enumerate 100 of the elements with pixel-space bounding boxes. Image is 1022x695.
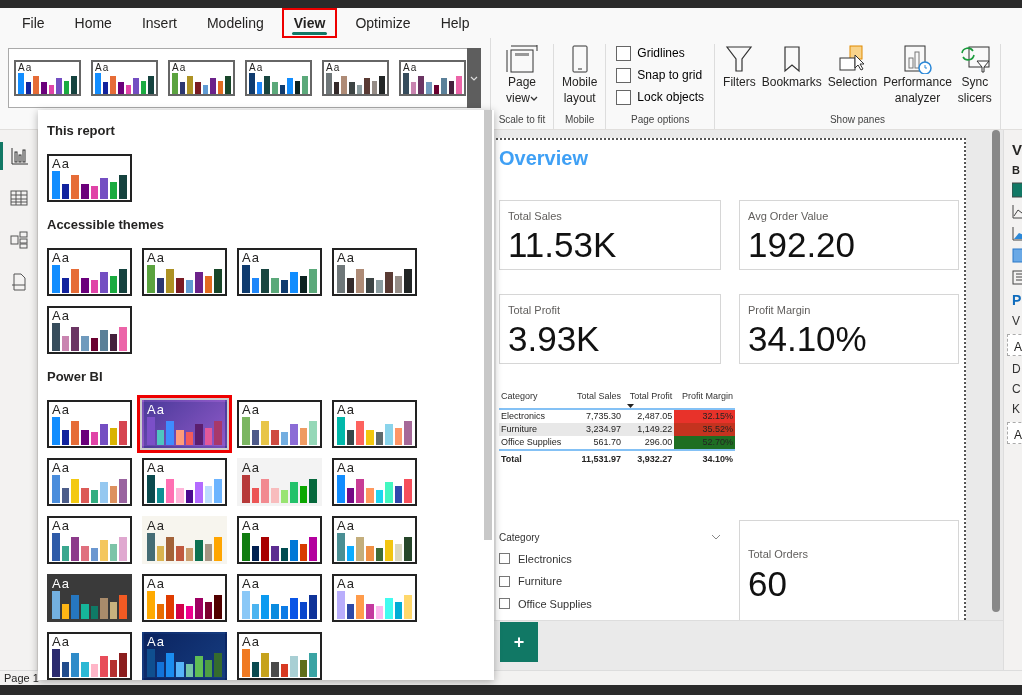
slicer-item[interactable]: Office Supplies — [499, 595, 592, 612]
table-cell: 3,932.27 — [622, 449, 675, 466]
theme-thumbnail[interactable]: Aa — [168, 60, 235, 96]
ribbon-tab[interactable]: Modeling — [194, 8, 276, 38]
table-cell: Office Supplies — [499, 435, 570, 450]
field-well[interactable]: A — [1007, 422, 1022, 444]
table-cell: 34.10% — [674, 449, 735, 466]
ribbon-tab[interactable]: Insert — [129, 8, 189, 38]
ribbon-tab[interactable]: File — [10, 8, 57, 38]
theme-thumbnail[interactable]: Aa — [237, 400, 322, 448]
slicer-item[interactable]: Furniture — [499, 573, 563, 590]
ribbon-tab[interactable]: Home — [62, 8, 124, 38]
card-value: 3.93K — [508, 318, 601, 360]
pane-section: V — [1012, 314, 1022, 328]
field-well[interactable]: A — [1007, 334, 1022, 356]
theme-thumbnail[interactable]: Aa — [47, 248, 132, 296]
group-label: Mobile — [563, 113, 596, 127]
ribbon-button[interactable]: Page view — [497, 44, 547, 112]
theme-thumbnail[interactable]: Aa — [47, 400, 132, 448]
group-label: Page options — [630, 113, 691, 127]
column-header[interactable]: Total Sales — [570, 388, 623, 409]
section-title: Accessible themes — [47, 216, 166, 234]
theme-thumbnail[interactable]: Aa — [237, 516, 322, 564]
theme-thumbnail[interactable]: Aa — [47, 574, 132, 622]
theme-thumbnail[interactable]: Aa — [237, 248, 322, 296]
theme-thumbnail[interactable]: Aa — [14, 60, 81, 96]
theme-thumbnail[interactable]: Aa — [142, 516, 227, 564]
theme-thumbnail[interactable]: Aa — [332, 248, 417, 296]
ribbon-button[interactable]: Filters — [721, 44, 758, 112]
theme-thumbnail[interactable]: Aa — [47, 306, 132, 354]
pane-label: K — [1012, 402, 1021, 416]
checkbox[interactable]: Snap to grid — [616, 66, 705, 84]
column-header[interactable]: Total Profit — [622, 388, 675, 409]
theme-thumbnail[interactable]: Aa — [237, 458, 322, 506]
theme-thumbnail[interactable]: Aa — [142, 248, 227, 296]
pane-subtitle: B — [1012, 164, 1021, 176]
card-value: 192.20 — [748, 224, 857, 266]
sync-slicers-icon — [958, 44, 991, 74]
theme-thumbnail[interactable]: Aa — [91, 60, 158, 96]
section-title: Power BI — [47, 368, 104, 386]
card-value: 60 — [748, 563, 788, 605]
table-cell: 561.70 — [570, 435, 623, 450]
card-label: Avg Order Value — [748, 209, 830, 223]
add-page-button[interactable]: + — [500, 622, 538, 662]
ribbon-button[interactable]: Selection — [825, 44, 880, 112]
table-cell: Total — [499, 449, 570, 466]
theme-thumbnail[interactable]: Aa — [332, 400, 417, 448]
ribbon-button[interactable]: Mobile layout — [560, 44, 600, 112]
group-label: Scale to fit — [497, 113, 547, 127]
table-cell: 296.00 — [622, 435, 675, 450]
table-cell: 3,234.97 — [570, 422, 623, 436]
group-label: Show panes — [828, 113, 886, 127]
card-label: Total Profit — [508, 303, 561, 317]
theme-thumbnail[interactable]: Aa — [47, 154, 132, 202]
ribbon-tab[interactable]: Help — [428, 8, 482, 38]
theme-thumbnail[interactable]: Aa — [322, 60, 389, 96]
ribbon-button[interactable]: Performance analyzer — [881, 44, 954, 112]
column-header[interactable]: Profit Margin — [674, 388, 735, 409]
pane-title: V — [1012, 142, 1022, 158]
scrollbar[interactable] — [992, 130, 1000, 612]
theme-thumbnail[interactable]: Aa — [142, 458, 227, 506]
scrollbar[interactable] — [484, 110, 492, 540]
section-title: This report — [47, 122, 116, 140]
pane-label: D — [1012, 362, 1022, 376]
theme-thumbnail[interactable]: Aa — [237, 632, 322, 680]
ribbon-button[interactable]: Sync slicers — [955, 44, 994, 112]
report-view-icon[interactable] — [10, 146, 30, 166]
ribbon-tab[interactable]: View — [281, 8, 338, 38]
theme-thumbnail[interactable]: Aa — [47, 632, 132, 680]
ribbon-tab[interactable]: Optimize — [343, 8, 423, 38]
chart-stopwatch-icon — [901, 44, 934, 74]
theme-thumbnail[interactable]: Aa — [332, 516, 417, 564]
caret-down-icon — [530, 95, 538, 102]
card-label: Total Orders — [748, 546, 809, 562]
checkbox[interactable]: Lock objects — [616, 88, 705, 106]
model-icon[interactable] — [8, 230, 29, 250]
card-value: 11.53K — [508, 224, 618, 266]
theme-thumbnail[interactable]: Aa — [142, 574, 227, 622]
slicer-item[interactable]: Electronics — [499, 550, 572, 567]
slicer-title: Category — [499, 530, 540, 545]
theme-thumbnail[interactable]: Aa — [237, 574, 322, 622]
card-label: Profit Margin — [748, 303, 812, 317]
column-header[interactable]: Category — [499, 388, 570, 409]
table-icon[interactable] — [8, 188, 29, 208]
pane-section: P — [1012, 292, 1022, 308]
table-cell: 1,149.22 — [622, 422, 675, 436]
theme-thumbnail[interactable]: Aa — [142, 632, 227, 680]
theme-thumbnail[interactable]: Aa — [332, 458, 417, 506]
ribbon-button[interactable]: Bookmarks — [759, 44, 824, 112]
theme-thumbnail[interactable]: Aa — [245, 60, 312, 96]
theme-thumbnail[interactable]: Aa — [399, 60, 466, 96]
page-view-icon — [506, 44, 538, 74]
theme-thumbnail[interactable]: Aa — [47, 516, 132, 564]
theme-thumbnail[interactable]: Aa — [47, 458, 132, 506]
report-title: Overview — [499, 146, 589, 170]
checkbox[interactable]: Gridlines — [616, 44, 705, 62]
chevron-down-icon — [470, 75, 478, 81]
card-label: Total Sales — [508, 209, 563, 223]
theme-thumbnail[interactable]: Aa — [332, 574, 417, 622]
chevron-down-icon[interactable] — [711, 534, 721, 540]
